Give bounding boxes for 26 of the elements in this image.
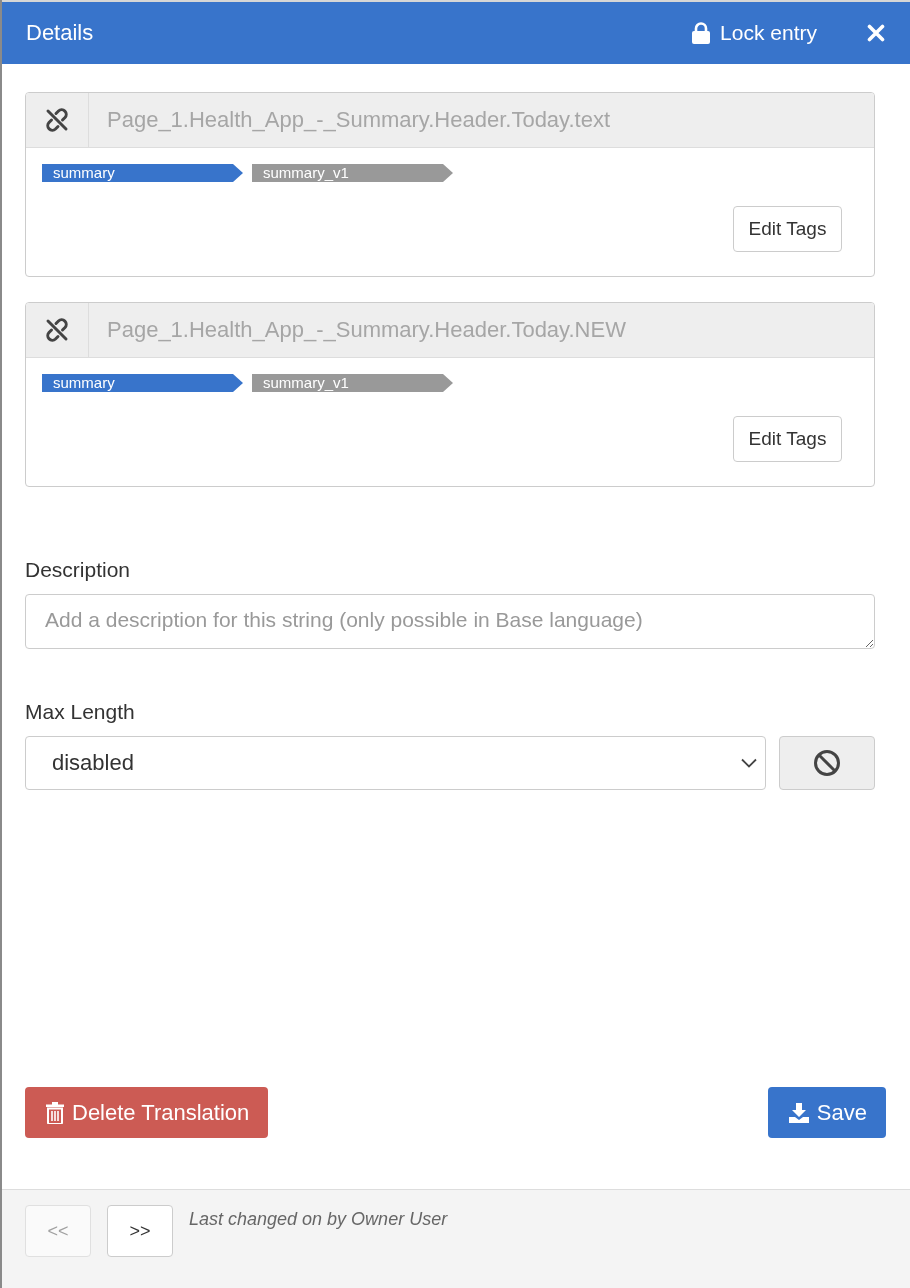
lock-icon bbox=[692, 22, 711, 44]
delete-translation-button[interactable]: Delete Translation bbox=[25, 1087, 269, 1138]
description-field[interactable]: Add a description for this string (only possible in Base language) bbox=[25, 594, 875, 649]
tag-label: summary_v1 bbox=[252, 374, 453, 392]
trash-icon bbox=[46, 1101, 64, 1124]
broken-link-icon bbox=[45, 108, 69, 132]
max-length-select[interactable]: disabled bbox=[25, 736, 766, 790]
close-icon bbox=[867, 24, 885, 42]
broken-link-icon bbox=[45, 318, 69, 342]
max-length-label: Max Length bbox=[25, 699, 136, 725]
ban-icon bbox=[813, 749, 841, 777]
panel-title: Details bbox=[26, 20, 95, 46]
chevron-down-icon bbox=[741, 758, 757, 768]
close-button[interactable] bbox=[867, 24, 885, 42]
clear-limit-button[interactable] bbox=[779, 736, 875, 790]
tag-label: summary_v1 bbox=[252, 164, 453, 182]
page-nav-button[interactable]: >> bbox=[107, 1205, 173, 1257]
tag-label: summary bbox=[42, 374, 243, 392]
edit-tags-button[interactable]: Edit Tags bbox=[733, 206, 842, 252]
tag-label: summary bbox=[42, 164, 243, 182]
description-label: Description bbox=[25, 557, 132, 583]
download-icon bbox=[788, 1102, 809, 1123]
lock-entry-button[interactable]: Lock entry bbox=[692, 21, 817, 45]
edit-tags-button[interactable]: Edit Tags bbox=[733, 416, 842, 462]
last-changed-text: Last changed on by Owner User bbox=[189, 1209, 448, 1230]
save-button[interactable]: Save bbox=[767, 1087, 886, 1138]
